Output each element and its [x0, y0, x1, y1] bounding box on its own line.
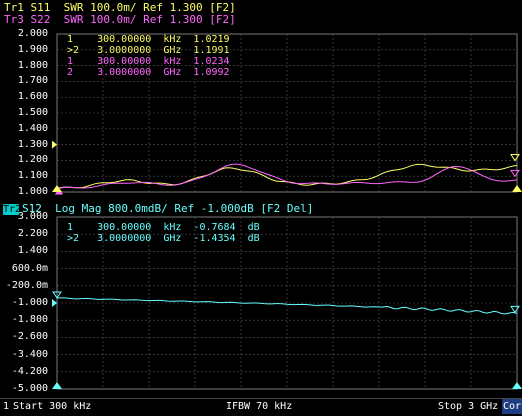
- correction-indicator[interactable]: Cor: [502, 399, 522, 414]
- ref-arrow: [52, 140, 57, 149]
- stimulus-start-marker: [52, 185, 62, 192]
- status-bar: 1 Start 300 kHz IFBW 70 kHz Stop 3 GHz: [0, 398, 522, 416]
- stop-frequency[interactable]: Stop 3 GHz: [438, 401, 498, 413]
- stimulus-stop-marker: [512, 382, 522, 389]
- stimulus-stop-marker: [512, 185, 522, 192]
- channel-number[interactable]: 1: [3, 401, 9, 413]
- stimulus-start-marker: [52, 382, 62, 389]
- plot-area[interactable]: [0, 0, 522, 398]
- ref-arrow: [52, 299, 57, 307]
- marker-2: [510, 154, 520, 162]
- start-frequency[interactable]: Start 300 kHz: [13, 401, 91, 413]
- marker-2: [510, 169, 520, 178]
- marker-2: [510, 305, 520, 314]
- ifbw[interactable]: IFBW 70 kHz: [226, 401, 292, 413]
